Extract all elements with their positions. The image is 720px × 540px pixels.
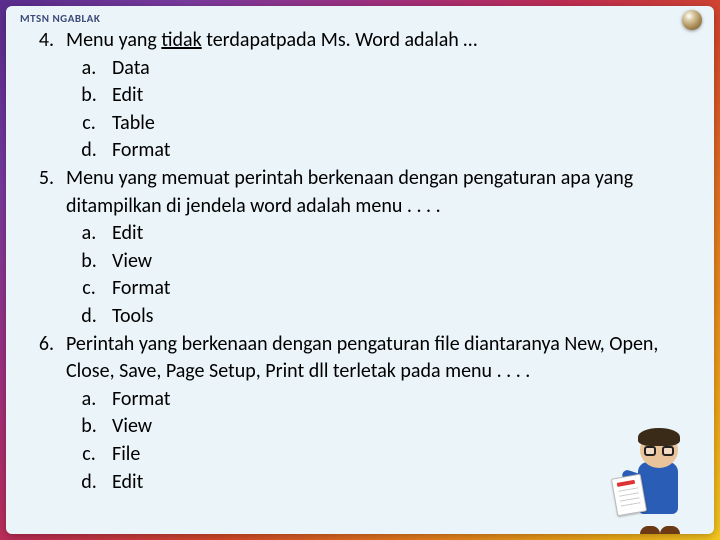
option-text: File bbox=[112, 441, 700, 469]
mascot-illustration bbox=[616, 428, 706, 534]
content-area: 4. Menu yang tidak terdapatpada Ms. Word… bbox=[20, 27, 700, 496]
option-row: c.Table bbox=[20, 110, 700, 138]
option-letter: d. bbox=[66, 137, 112, 165]
option-row: a.Format bbox=[20, 386, 700, 414]
corner-ornament bbox=[682, 10, 702, 30]
option-text: Format bbox=[112, 386, 700, 414]
question-number: 4. bbox=[20, 27, 66, 55]
question-6: 6. Perintah yang berkenaan dengan pengat… bbox=[20, 331, 700, 386]
question-text: Menu yang memuat perintah berkenaan deng… bbox=[66, 165, 700, 220]
option-row: b.View bbox=[20, 413, 700, 441]
option-letter: a. bbox=[66, 220, 112, 248]
option-letter: c. bbox=[66, 110, 112, 138]
option-text: Format bbox=[112, 275, 700, 303]
option-letter: a. bbox=[66, 386, 112, 414]
option-text: Edit bbox=[112, 82, 700, 110]
option-letter: b. bbox=[66, 248, 112, 276]
question-number: 6. bbox=[20, 331, 66, 386]
option-letter: c. bbox=[66, 275, 112, 303]
option-letter: d. bbox=[66, 303, 112, 331]
option-letter: a. bbox=[66, 55, 112, 83]
option-row: b.Edit bbox=[20, 82, 700, 110]
option-row: d.Edit bbox=[20, 469, 700, 497]
option-row: b.View bbox=[20, 248, 700, 276]
slide-frame: MTSN NGABLAK 4. Menu yang tidak terdapat… bbox=[6, 6, 714, 534]
option-letter: c. bbox=[66, 441, 112, 469]
option-text: View bbox=[112, 413, 700, 441]
option-row: d.Format bbox=[20, 137, 700, 165]
question-5: 5. Menu yang memuat perintah berkenaan d… bbox=[20, 165, 700, 220]
option-row: c.Format bbox=[20, 275, 700, 303]
option-text: View bbox=[112, 248, 700, 276]
question-text: Perintah yang berkenaan dengan pengatura… bbox=[66, 331, 700, 386]
text-post: terdapatpada Ms. Word adalah … bbox=[202, 28, 477, 52]
option-letter: d. bbox=[66, 469, 112, 497]
question-text: Menu yang tidak terdapatpada Ms. Word ad… bbox=[66, 27, 700, 55]
option-text: Tools bbox=[112, 303, 700, 331]
option-row: a.Data bbox=[20, 55, 700, 83]
option-text: Data bbox=[112, 55, 700, 83]
option-text: Table bbox=[112, 110, 700, 138]
option-letter: b. bbox=[66, 413, 112, 441]
option-row: d.Tools bbox=[20, 303, 700, 331]
question-4: 4. Menu yang tidak terdapatpada Ms. Word… bbox=[20, 27, 700, 55]
text-pre: Menu yang bbox=[66, 28, 161, 52]
question-number: 5. bbox=[20, 165, 66, 220]
option-text: Format bbox=[112, 137, 700, 165]
text-underline: tidak bbox=[161, 28, 201, 52]
header-label: MTSN NGABLAK bbox=[20, 12, 700, 25]
option-letter: b. bbox=[66, 82, 112, 110]
option-row: c.File bbox=[20, 441, 700, 469]
option-row: a.Edit bbox=[20, 220, 700, 248]
option-text: Edit bbox=[112, 220, 700, 248]
